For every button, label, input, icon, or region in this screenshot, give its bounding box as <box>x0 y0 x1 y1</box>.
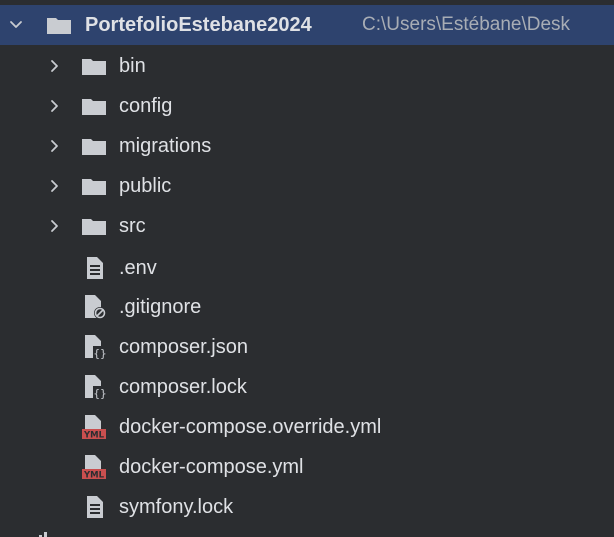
yaml-file-icon: YML <box>82 447 108 487</box>
folder-icon <box>81 86 107 126</box>
file-label: docker-compose.yml <box>119 456 304 478</box>
folder-label: config <box>119 95 173 117</box>
tree-item-folder-bin[interactable]: bin <box>0 46 614 86</box>
tree-item-file-docker-compose[interactable]: YML docker-compose.yml <box>0 447 614 487</box>
chevron-down-icon[interactable] <box>5 5 27 45</box>
chevron-right-icon[interactable] <box>44 126 66 166</box>
file-label: composer.json <box>119 336 248 358</box>
tree-item-folder-config[interactable]: config <box>0 86 614 126</box>
composer-file-icon: {} <box>84 367 108 407</box>
tree-item-folder-migrations[interactable]: migrations <box>0 126 614 166</box>
folder-icon <box>81 126 107 166</box>
project-path: C:\Users\Estébane\Desk <box>362 14 571 35</box>
tree-item-folder-src[interactable]: src <box>0 206 614 246</box>
file-label: composer.lock <box>119 376 247 398</box>
folder-icon <box>81 46 107 86</box>
file-label: symfony.lock <box>119 496 234 518</box>
project-name: PortefolioEstebane2024 <box>85 14 312 36</box>
file-label: .gitignore <box>119 296 202 318</box>
folder-icon <box>81 166 107 206</box>
chevron-right-icon[interactable] <box>44 166 66 206</box>
text-file-icon <box>86 248 104 288</box>
tree-item-file-composer-lock[interactable]: {} composer.lock <box>0 367 614 407</box>
svg-text:YML: YML <box>83 431 105 441</box>
tree-item-file-docker-compose-override[interactable]: YML docker-compose.override.yml <box>0 407 614 447</box>
tree-item-file-gitignore[interactable]: .gitignore <box>0 287 614 327</box>
project-tree: PortefolioEstebane2024 C:\Users\Estébane… <box>0 0 614 537</box>
tree-item-file-composer-json[interactable]: {} composer.json <box>0 327 614 367</box>
file-label: docker-compose.override.yml <box>119 416 382 438</box>
svg-text:YML: YML <box>83 471 105 481</box>
yaml-file-icon: YML <box>82 407 108 447</box>
svg-text:{}: {} <box>93 387 106 400</box>
folder-label: bin <box>119 55 146 77</box>
tree-item-file-symfony-lock[interactable]: symfony.lock <box>0 487 614 527</box>
folder-label: migrations <box>119 135 212 157</box>
chevron-right-icon[interactable] <box>44 86 66 126</box>
folder-label: src <box>119 215 146 237</box>
tree-item-file-env[interactable]: .env <box>0 248 614 288</box>
bar-chart-icon <box>38 528 52 537</box>
composer-file-icon: {} <box>84 327 108 367</box>
svg-text:{}: {} <box>93 347 106 360</box>
folder-icon <box>46 5 72 45</box>
file-label: .env <box>119 257 157 279</box>
chevron-right-icon[interactable] <box>44 206 66 246</box>
folder-icon <box>81 206 107 246</box>
text-file-icon <box>86 487 104 527</box>
chevron-right-icon[interactable] <box>44 46 66 86</box>
folder-label: public <box>119 175 172 197</box>
ignore-file-icon <box>84 287 108 327</box>
project-root-row[interactable]: PortefolioEstebane2024 C:\Users\Estébane… <box>0 5 614 45</box>
tree-item-folder-public[interactable]: public <box>0 166 614 206</box>
